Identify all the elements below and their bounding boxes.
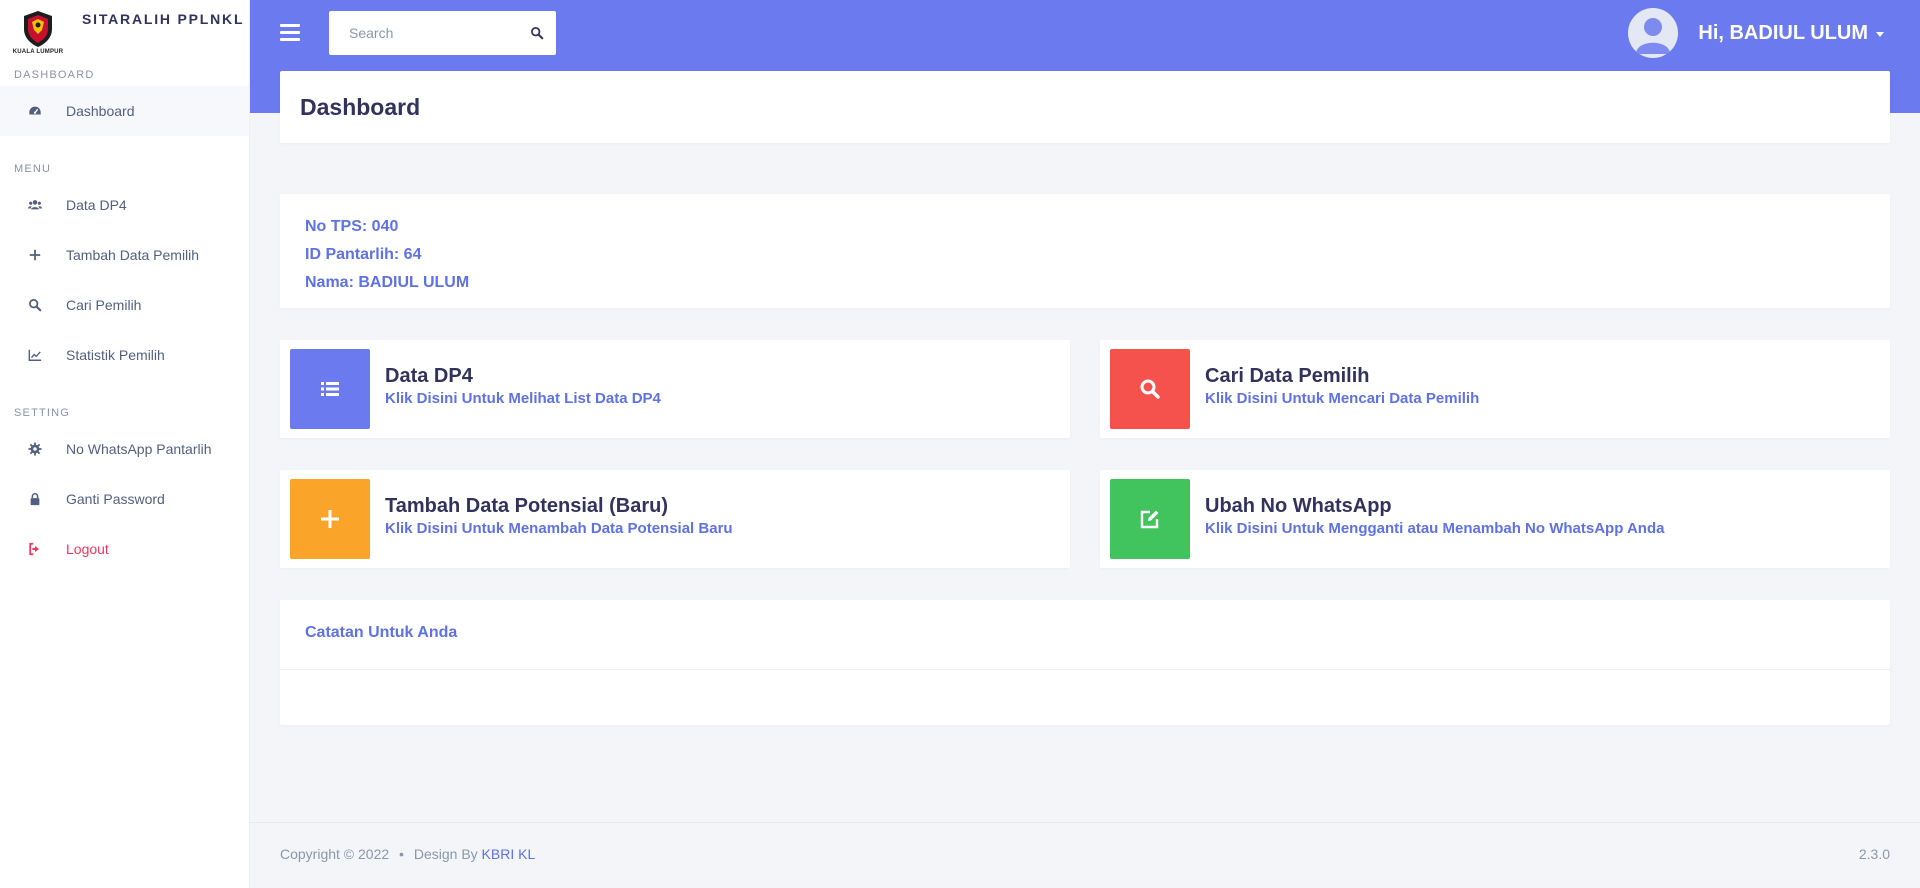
search-icon[interactable] xyxy=(1110,349,1190,429)
page-title: Dashboard xyxy=(300,94,421,120)
kpu-logo: KUALA LUMPUR xyxy=(12,6,64,58)
sign-out-icon xyxy=(26,540,44,558)
copyright-text: Copyright © 2022 xyxy=(280,846,390,862)
action-title[interactable]: Cari Data Pemilih xyxy=(1205,363,1479,389)
sidebar-item-label: Cari Pemilih xyxy=(66,297,142,313)
sidebar-item-label: Ganti Password xyxy=(66,491,165,507)
chevron-down-icon[interactable] xyxy=(1876,32,1884,37)
sidebar: KUALA LUMPUR SITARALIH PPLNKL DASHBOARD … xyxy=(0,0,250,888)
sidebar-item-tambah-data-pemilih[interactable]: Tambah Data Pemilih xyxy=(0,230,249,280)
action-title[interactable]: Tambah Data Potensial (Baru) xyxy=(385,493,733,519)
sidebar-item-label: Statistik Pemilih xyxy=(66,347,165,363)
lock-icon xyxy=(26,490,44,508)
design-by-text: Design By xyxy=(413,846,478,862)
action-title[interactable]: Ubah No WhatsApp xyxy=(1205,493,1664,519)
info-nama: Nama: BADIUL ULUM xyxy=(305,274,470,291)
footer: Copyright © 2022 • Design By KBRI KL 2.3… xyxy=(250,822,1920,888)
info-id-pantarlih: ID Pantarlih: 64 xyxy=(305,246,422,263)
users-icon xyxy=(26,196,44,214)
sidebar-item-label: No WhatsApp Pantarlih xyxy=(66,441,212,457)
gear-icon xyxy=(26,440,44,458)
avatar[interactable] xyxy=(1628,8,1679,58)
page-header: Dashboard xyxy=(280,71,1890,143)
section-title-setting: SETTING xyxy=(14,407,71,419)
action-link[interactable]: Klik Disini Untuk Melihat List Data DP4 xyxy=(385,389,661,409)
version-text: 2.3.0 xyxy=(1858,846,1890,862)
sidebar-item-ganti-password[interactable]: Ganti Password xyxy=(0,474,249,524)
action-link[interactable]: Klik Disini Untuk Mengganti atau Menamba… xyxy=(1205,519,1664,539)
sidebar-item-statistik-pemilih[interactable]: Statistik Pemilih xyxy=(0,330,249,380)
footer-separator: • xyxy=(399,846,404,862)
info-card: No TPS: 040 ID Pantarlih: 64 Nama: BADIU… xyxy=(280,194,1890,308)
brand-name: SITARALIH PPLNKL xyxy=(82,11,245,27)
sidebar-item-label: Data DP4 xyxy=(66,197,127,213)
chart-line-icon xyxy=(26,346,44,364)
action-link[interactable]: Klik Disini Untuk Menambah Data Potensia… xyxy=(385,519,733,539)
search-input[interactable] xyxy=(349,25,519,41)
action-link[interactable]: Klik Disini Untuk Mencari Data Pemilih xyxy=(1205,389,1479,409)
action-title[interactable]: Data DP4 xyxy=(385,363,661,389)
sidebar-item-logout[interactable]: Logout xyxy=(0,524,249,574)
user-greeting[interactable]: Hi, BADIUL ULUM xyxy=(1698,22,1868,45)
dashboard-icon xyxy=(26,102,44,120)
list-icon[interactable] xyxy=(290,349,370,429)
action-card-cari-data-pemilih[interactable]: Cari Data Pemilih Klik Disini Untuk Menc… xyxy=(1100,340,1890,438)
search-box[interactable] xyxy=(329,11,556,55)
sidebar-item-label: Dashboard xyxy=(66,103,135,119)
user-menu[interactable]: Hi, BADIUL ULUM xyxy=(1628,8,1884,58)
edit-icon[interactable] xyxy=(1110,479,1190,559)
notes-title: Catatan Untuk Anda xyxy=(280,600,1890,670)
logo-text: KUALA LUMPUR xyxy=(12,48,64,55)
sidebar-item-label: Tambah Data Pemilih xyxy=(66,247,200,263)
info-no-tps: No TPS: 040 xyxy=(305,218,399,235)
brand[interactable]: KUALA LUMPUR SITARALIH PPLNKL xyxy=(0,0,249,64)
plus-icon[interactable] xyxy=(290,479,370,559)
section-title-dashboard: DASHBOARD xyxy=(14,69,95,81)
sidebar-item-dashboard[interactable]: Dashboard xyxy=(0,86,249,136)
sidebar-item-no-whatsapp-pantarlih[interactable]: No WhatsApp Pantarlih xyxy=(0,424,249,474)
action-card-ubah-no-whatsapp[interactable]: Ubah No WhatsApp Klik Disini Untuk Mengg… xyxy=(1100,470,1890,568)
search-icon xyxy=(26,296,44,314)
search-icon[interactable] xyxy=(530,26,544,40)
plus-icon xyxy=(26,246,44,264)
section-title-menu: MENU xyxy=(14,163,52,175)
footer-copyright: Copyright © 2022 • Design By KBRI KL xyxy=(280,846,535,862)
sidebar-item-data-dp4[interactable]: Data DP4 xyxy=(0,180,249,230)
action-card-tambah-data-potensial[interactable]: Tambah Data Potensial (Baru) Klik Disini… xyxy=(280,470,1070,568)
hamburger-menu-icon[interactable] xyxy=(280,22,300,42)
action-card-data-dp4[interactable]: Data DP4 Klik Disini Untuk Melihat List … xyxy=(280,340,1070,438)
sidebar-item-label: Logout xyxy=(66,541,109,557)
sidebar-item-cari-pemilih[interactable]: Cari Pemilih xyxy=(0,280,249,330)
notes-card: Catatan Untuk Anda xyxy=(280,600,1890,725)
design-by-link[interactable]: KBRI KL xyxy=(482,846,536,862)
